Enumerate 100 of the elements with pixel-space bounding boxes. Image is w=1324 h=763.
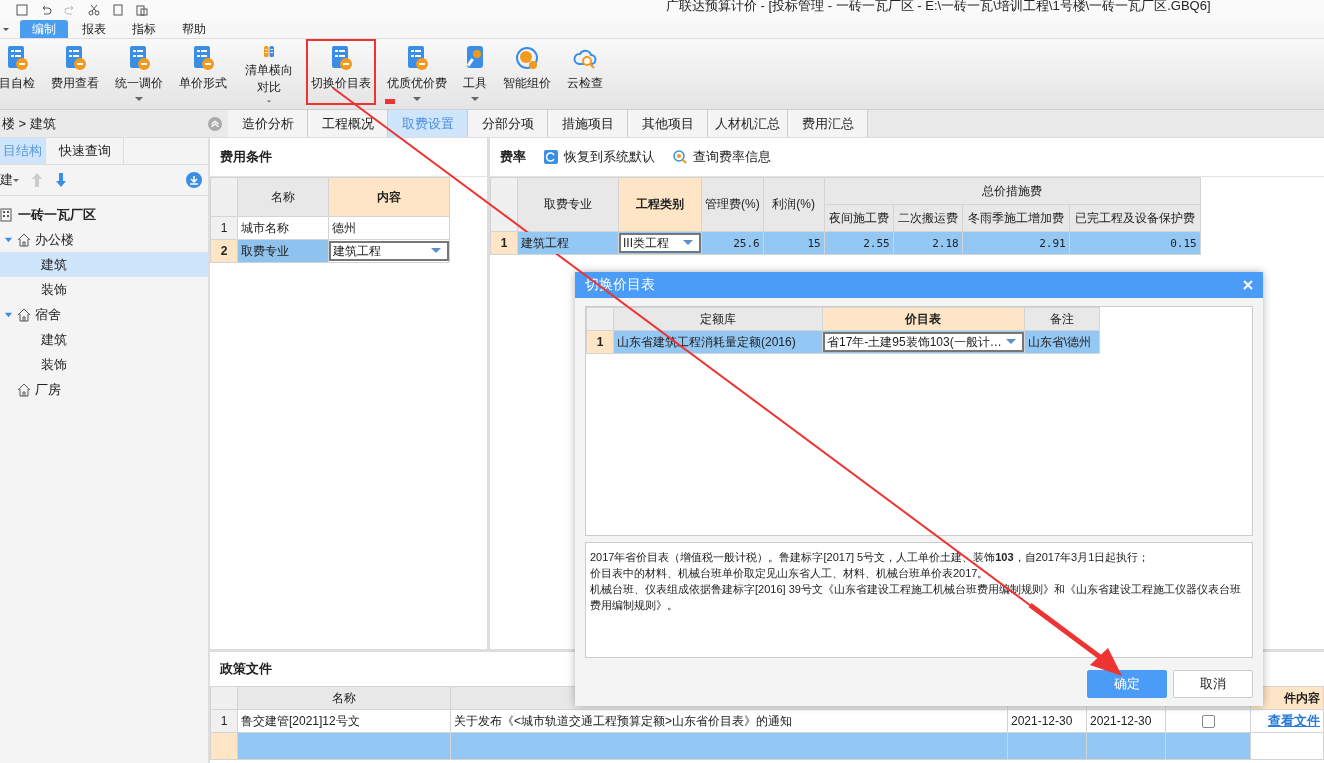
ribbon-button[interactable]: 目自检 (0, 39, 40, 105)
down-arrow-icon[interactable] (55, 172, 67, 188)
caret-icon[interactable] (13, 177, 19, 183)
table-cell: 鲁交建管[2021]12号文 (237, 709, 451, 733)
sheet-icon (405, 45, 429, 71)
row-number: 1 (586, 330, 614, 354)
tree-item[interactable]: 建筑 (0, 327, 208, 352)
caret-icon (135, 96, 143, 102)
ribbon-button[interactable]: 工具 (458, 39, 492, 105)
page-tab[interactable]: 工程概况 (308, 110, 388, 137)
caret-icon (431, 248, 441, 254)
panel-title: 费率 (500, 148, 526, 166)
tree-item[interactable]: 一砖一瓦厂区 (0, 202, 208, 227)
undo-icon[interactable] (40, 4, 52, 16)
tree-item[interactable]: 宿舍 (0, 302, 208, 327)
caret-icon (683, 240, 693, 246)
row-number: 1 (490, 231, 518, 255)
sidebar-tab[interactable]: 快速查询 (46, 138, 124, 164)
expand-caret-icon[interactable] (4, 310, 13, 319)
header-cell: 冬雨季施工增加费 (962, 204, 1070, 232)
table-cell: 0.15 (1069, 231, 1201, 255)
header-cell: 名称 (237, 177, 329, 217)
paste-icon[interactable] (136, 4, 148, 16)
table-cell: 2021-12-30 (1086, 709, 1166, 733)
save-icon[interactable] (16, 4, 28, 16)
panel-title: 政策文件 (220, 660, 272, 678)
sheet-icon (127, 45, 151, 71)
house-icon (17, 232, 31, 247)
table-cell: 德州 (328, 216, 450, 240)
description-text: 价目表中的材料、机械台班单价取定见山东省人工、材料、机械台班单价表2017。 (590, 566, 990, 581)
header-cell: 备注 (1024, 307, 1100, 331)
tree-item[interactable]: 装饰 (0, 352, 208, 377)
caret-icon (1005, 339, 1016, 345)
header-cell: 夜间施工费 (824, 204, 894, 232)
redo-icon[interactable] (64, 4, 76, 16)
house-icon (17, 307, 31, 322)
page-tab[interactable]: 分部分项 (468, 110, 548, 137)
ribbon-button[interactable]: 费用查看 (46, 39, 104, 105)
close-icon[interactable] (1243, 280, 1253, 290)
row-number: 1 (210, 709, 238, 733)
sheet-icon (329, 45, 353, 71)
tree-item[interactable]: 建筑 (0, 252, 208, 277)
header-cell: 管理费(%) (701, 177, 764, 232)
tree-item[interactable]: 厂房 (0, 377, 208, 402)
header-cell: 内容 (328, 177, 450, 217)
expand-caret-icon[interactable] (4, 235, 13, 244)
ribbon-button[interactable]: 统一调价 (110, 39, 168, 105)
breadcrumb: 楼 > 建筑 (2, 114, 56, 133)
page-tab[interactable]: 造价分析 (228, 110, 308, 137)
ribbon-button[interactable]: 智能组价 (498, 39, 556, 105)
menu-tab[interactable]: 帮助 (170, 20, 218, 38)
checkbox[interactable] (1201, 715, 1215, 729)
download-icon[interactable] (186, 172, 202, 188)
copy-icon[interactable] (112, 4, 124, 16)
collapse-icon[interactable] (208, 116, 222, 131)
caret-icon[interactable] (2, 25, 10, 33)
header-cell: 工程类别 (618, 177, 702, 232)
ribbon-button[interactable]: 切换价目表 (306, 39, 376, 105)
scissors-icon[interactable] (88, 4, 100, 16)
rate-query-button[interactable]: 查询费率信息 (673, 148, 771, 166)
header-cell: 定额库 (613, 307, 823, 331)
search-icon (673, 150, 687, 164)
page-tab[interactable]: 费用汇总 (788, 110, 868, 137)
header-cell: 已完工程及设备保护费 (1069, 204, 1201, 232)
header-cell: 取费专业 (517, 177, 619, 232)
header-cell: 二次搬运费 (893, 204, 963, 232)
ribbon-button[interactable]: 清单横向对比 (238, 39, 300, 105)
tree-item[interactable]: 办公楼 (0, 227, 208, 252)
dropdown-field[interactable]: 省17年-土建95装饰103(一般计… (823, 332, 1024, 352)
restore-default-button[interactable]: 恢复到系统默认 (544, 148, 655, 166)
caret-icon (471, 96, 479, 102)
coin-icon (515, 45, 539, 71)
tree-item[interactable]: 装饰 (0, 277, 208, 302)
ribbon-button[interactable]: 单价形式 (174, 39, 232, 105)
menu-tab[interactable]: 指标 (120, 20, 168, 38)
page-tab[interactable]: 其他项目 (628, 110, 708, 137)
caret-icon (265, 100, 273, 103)
dropdown-field[interactable]: III类工程 (619, 233, 701, 253)
new-button[interactable]: 建 (0, 171, 13, 189)
sheet-icon (5, 45, 29, 71)
header-cell: 价目表 (822, 307, 1025, 331)
cancel-button[interactable]: 取消 (1173, 670, 1253, 698)
header-cell: 总价措施费 (824, 177, 1201, 205)
house-icon (17, 382, 31, 397)
dropdown-field[interactable]: 建筑工程 (329, 241, 449, 261)
ribbon-button[interactable]: 云检查 (562, 39, 608, 105)
page-tab[interactable]: 措施项目 (548, 110, 628, 137)
header-cell: 利润(%) (763, 177, 825, 232)
page-tab[interactable]: 人材机汇总 (708, 110, 788, 137)
sheet-icon (63, 45, 87, 71)
row-number: 1 (210, 216, 238, 240)
table-cell: 2021-12-30 (1007, 709, 1087, 733)
menu-tab[interactable]: 报表 (70, 20, 118, 38)
refresh-icon (544, 150, 558, 164)
building-icon (0, 207, 14, 222)
table-cell: 关于发布《<城市轨道交通工程预算定额>山东省价目表》的通知 (450, 709, 1008, 733)
marker-bar (385, 99, 395, 104)
caret-icon (413, 96, 421, 102)
header-cell: 名称 (237, 686, 451, 710)
table-cell: 城市名称 (237, 216, 329, 240)
